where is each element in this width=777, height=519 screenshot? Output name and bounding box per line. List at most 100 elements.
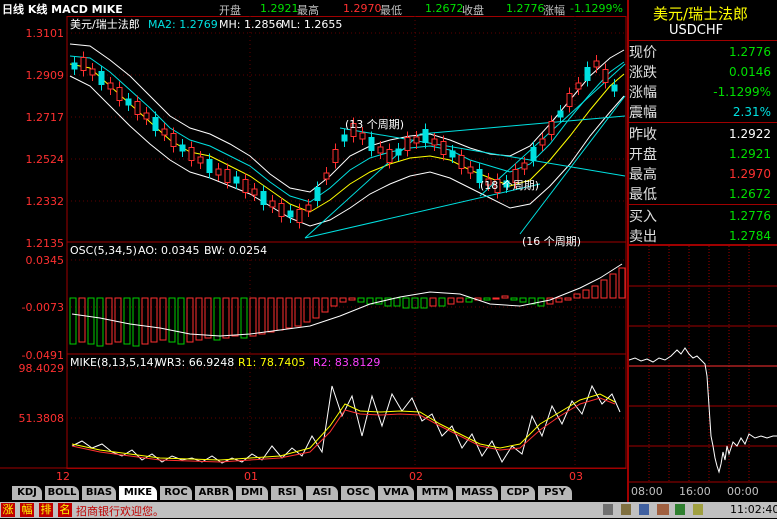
osc-bar <box>519 297 527 303</box>
candle-body <box>368 137 375 151</box>
chart-type-label[interactable]: 日线 K线 MACD MIKE <box>2 1 123 17</box>
osc-bar <box>249 297 257 337</box>
tab-roc[interactable]: ROC <box>160 486 192 500</box>
osc-bar <box>339 297 347 303</box>
candle-body <box>386 149 393 163</box>
intraday-time-label: 16:00 <box>679 485 711 498</box>
osc-bar <box>231 297 239 337</box>
osc-bar <box>429 297 437 307</box>
x-axis-label: 01 <box>244 470 258 483</box>
candle-body <box>98 71 105 85</box>
y-tick-main: 1.2332 <box>26 195 65 208</box>
y-tick-main: 1.2524 <box>26 153 65 166</box>
osc-bar <box>492 297 500 300</box>
quote-label-prev-close: 昨收 <box>629 127 657 143</box>
status-tile[interactable]: 幅 <box>20 503 34 517</box>
osc-bar <box>258 297 266 335</box>
status-tile[interactable]: 名 <box>58 503 72 517</box>
candle-body <box>134 101 141 115</box>
tab-kdj[interactable]: KDJ <box>12 486 42 500</box>
status-icon-user[interactable] <box>639 504 649 515</box>
quote-value-change: 0.0146 <box>729 65 771 79</box>
tab-rsi[interactable]: RSI <box>271 486 303 500</box>
status-icon-sound[interactable] <box>603 504 613 515</box>
quote-value-prev-close: 1.2922 <box>729 127 771 141</box>
osc-bar <box>195 297 203 341</box>
chart-area[interactable]: 美元/瑞士法郎 MA2: 1.2769 MH: 1.2856 ML: 1.265… <box>0 16 627 486</box>
status-icon-help[interactable] <box>693 504 703 515</box>
osc-bar <box>240 297 248 339</box>
candle-body <box>179 144 186 152</box>
quote-label-current: 现价 <box>629 45 657 61</box>
status-tile[interactable]: 排 <box>39 503 53 517</box>
tab-mtm[interactable]: MTM <box>417 486 453 500</box>
quote-label-change-pct: 涨幅 <box>629 85 657 101</box>
candle-body <box>89 68 96 76</box>
status-clock: 11:02:40 <box>730 503 777 516</box>
candle-body <box>611 84 618 92</box>
tab-psy[interactable]: PSY <box>538 486 572 500</box>
osc-bar <box>141 297 149 345</box>
ao-header: AO: 0.0345 <box>138 244 200 257</box>
osc-bar <box>591 285 599 299</box>
candle-body <box>377 146 384 154</box>
y-tick-osc: -0.0073 <box>22 301 64 314</box>
y-tick-main: 1.2909 <box>26 69 65 82</box>
candle-body <box>80 57 87 71</box>
osc-bar <box>555 297 563 303</box>
candle-body <box>269 200 276 208</box>
candle-body <box>521 162 528 170</box>
candle-body <box>197 156 204 164</box>
osc-bar <box>312 297 320 319</box>
candle-body <box>152 117 159 131</box>
osc-bar <box>465 297 473 303</box>
y-tick-main: 1.2717 <box>26 111 65 124</box>
osc-bar <box>303 297 311 323</box>
candle-body <box>251 188 258 196</box>
candle-body <box>287 210 294 218</box>
quote-label-change: 涨跌 <box>629 65 657 81</box>
tab-bias[interactable]: BIAS <box>82 486 116 500</box>
osc-bar <box>294 297 302 327</box>
quote-value-ask: 1.2784 <box>729 229 771 243</box>
candle-body <box>593 60 600 68</box>
osc-bar <box>132 297 140 347</box>
status-icon-mail[interactable] <box>657 504 669 515</box>
osc-bar <box>123 297 131 345</box>
tab-mike[interactable]: MIKE <box>119 486 157 500</box>
y-tick-osc: 0.0345 <box>26 254 65 267</box>
quote-label-ask: 卖出 <box>629 229 657 245</box>
osc-bar <box>114 297 122 343</box>
osc-bar <box>222 297 230 339</box>
quote-label-open: 开盘 <box>629 147 657 163</box>
status-icon-lock[interactable] <box>621 504 631 515</box>
tab-dmi[interactable]: DMI <box>236 486 268 500</box>
tab-vma[interactable]: VMA <box>378 486 414 500</box>
status-icon-net[interactable] <box>675 504 685 515</box>
candle-body <box>224 169 231 183</box>
candle-body <box>404 137 411 151</box>
quote-value-low: 1.2672 <box>729 187 771 201</box>
candle-body <box>413 136 420 144</box>
y-tick-osc: -0.0491 <box>22 349 64 362</box>
quote-value-open: 1.2921 <box>729 147 771 161</box>
intraday-chart[interactable]: 08:00 16:00 00:00 <box>629 246 777 502</box>
tab-asi[interactable]: ASI <box>306 486 338 500</box>
tab-arbr[interactable]: ARBR <box>195 486 233 500</box>
tab-cdp[interactable]: CDP <box>501 486 535 500</box>
mike-header: MIKE(8,13,5,14) <box>70 356 158 369</box>
status-tile[interactable]: 涨 <box>1 503 15 517</box>
candle-body <box>125 98 132 106</box>
tab-osc[interactable]: OSC <box>341 486 375 500</box>
candle-body <box>161 128 168 136</box>
candle-body <box>107 82 114 90</box>
candle-body <box>188 147 195 161</box>
high-value: 1.2970 <box>343 2 382 15</box>
candle-body <box>242 179 249 193</box>
osc-bar <box>357 297 365 303</box>
mike-wr-line <box>71 384 621 464</box>
tab-mass[interactable]: MASS <box>456 486 498 500</box>
candle-body <box>296 209 303 223</box>
tab-boll[interactable]: BOLL <box>45 486 79 500</box>
quote-title: 美元/瑞士法郎 <box>653 5 749 23</box>
